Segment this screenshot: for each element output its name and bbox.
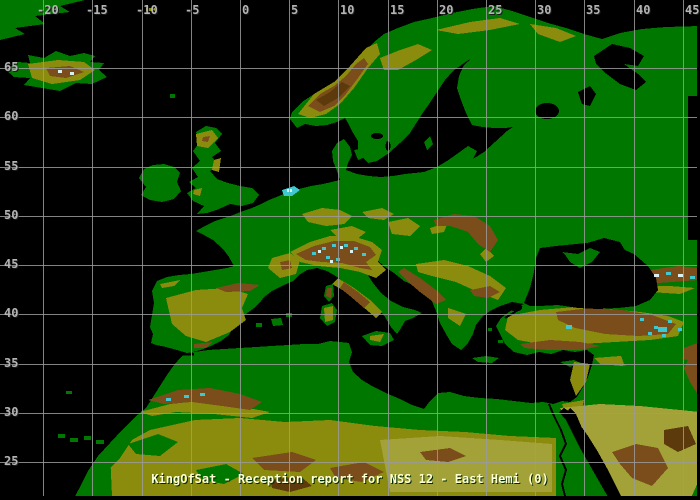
- reception-map-screen: -20 -15 -10 -5 0 5 10 15 20 25 30 35 40 45 65 60 55 50 45 4…: [0, 0, 700, 500]
- elevation-map: [0, 0, 700, 500]
- map-caption: KingOfSat - Reception report for NSS 12 …: [151, 472, 549, 486]
